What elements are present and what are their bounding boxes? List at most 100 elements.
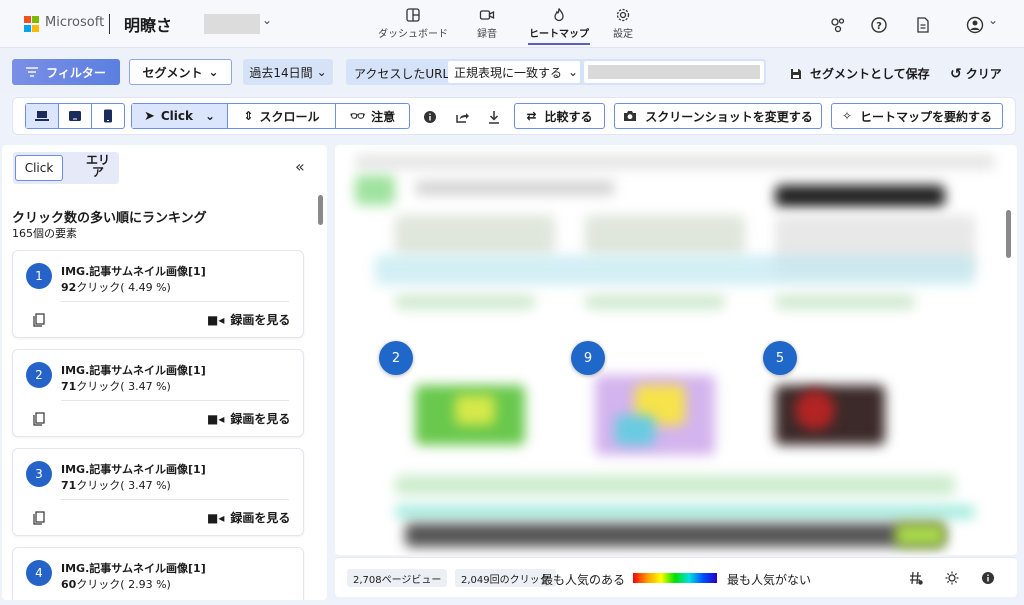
nav-dashboard[interactable]: ダッシュボード [378, 7, 448, 43]
watch-recording-button[interactable]: ■◂ 録画を見る [207, 410, 290, 427]
tab-area[interactable]: エリア [85, 154, 111, 178]
legend-least-popular: 最も人気がない [727, 573, 812, 587]
download-icon[interactable] [487, 110, 501, 124]
flame-icon [554, 8, 564, 22]
compare-label: 比較する [544, 109, 593, 124]
heatmap-marker[interactable]: 5 [763, 341, 797, 375]
heatmap-toolbar: ➤ Click ⌄ ⇕ スクロール 👓︎ 注意 ⇄ 比較する スクリーンショット… [12, 97, 1016, 135]
heatmap-footer: 2,708ページビュー 2,049回のクリック 最も人気のある 最も人気がない [335, 557, 1017, 597]
tab-click[interactable]: Click [15, 155, 63, 181]
share-icon[interactable] [455, 110, 469, 124]
tab-area-label: エリア [85, 153, 110, 179]
share-users-icon[interactable] [829, 16, 847, 34]
summarize-label: ヒートマップを要約する [860, 109, 993, 124]
chevron-down-icon: ⌄ [208, 65, 219, 79]
click-mode-button[interactable]: ➤ Click ⌄ [132, 104, 228, 128]
copy-icon[interactable] [33, 511, 45, 525]
undo-icon: ↺ [950, 65, 962, 82]
nav-heatmaps-label: ヒートマップ [529, 29, 589, 40]
account-icon[interactable] [966, 16, 984, 34]
video-icon: ■◂ [207, 411, 225, 426]
click-stat: 92クリック( 4.49 %) [61, 281, 171, 294]
ranking-card[interactable]: 3 IMG.記事サムネイル画像[1] 71クリック( 3.47 %) ■◂ 録画… [12, 448, 304, 536]
scroll-icon: ⇕ [243, 109, 254, 123]
chevron-down-icon: ⌄ [316, 65, 327, 79]
hashtag-settings-icon[interactable] [909, 571, 923, 585]
chevron-down-icon: ⌄ [568, 65, 579, 79]
watch-recording-button[interactable]: ■◂ 録画を見る [207, 311, 290, 328]
panel-scrollbar[interactable] [318, 195, 323, 225]
brightness-icon[interactable] [945, 571, 959, 585]
app-name: 明瞭さ [124, 16, 173, 35]
summarize-heatmap-button[interactable]: ✧ ヒートマップを要約する [831, 103, 1003, 129]
url-match-value: 正規表現に一致する [454, 65, 563, 80]
segment-label: セグメント [142, 65, 203, 80]
watch-recording-label: 録画を見る [230, 313, 291, 327]
element-title: IMG.記事サムネイル画像[1] [61, 364, 206, 377]
attention-mode-button[interactable]: 👓︎ 注意 [336, 104, 409, 128]
document-icon[interactable] [914, 16, 932, 34]
collapse-panel-icon[interactable]: « [295, 157, 305, 176]
heatmap-marker[interactable]: 2 [379, 341, 413, 375]
watch-recording-button[interactable]: ■◂ 録画を見る [207, 509, 290, 526]
copy-icon[interactable] [33, 313, 45, 327]
nav-recordings[interactable]: 録音 [474, 7, 500, 43]
project-selector[interactable] [204, 14, 260, 34]
compare-button[interactable]: ⇄ 比較する [514, 103, 605, 129]
video-icon: ■◂ [207, 312, 225, 327]
heatmap-type-selector: ➤ Click ⌄ ⇕ スクロール 👓︎ 注意 [131, 103, 410, 129]
rank-badge: 3 [26, 461, 52, 487]
clear-button[interactable]: ↺ クリア [950, 65, 1002, 82]
brand-divider [109, 14, 110, 34]
filter-button[interactable]: フィルター [12, 59, 120, 85]
ranking-card[interactable]: 4 IMG.記事サムネイル画像[1] 60クリック( 2.93 %) [12, 547, 304, 600]
url-input[interactable] [584, 61, 764, 83]
period-dropdown[interactable]: 過去14日間 ⌄ [243, 59, 333, 85]
brand-name: Microsoft [45, 15, 105, 30]
info-icon[interactable] [423, 110, 437, 124]
account-chevron-icon[interactable]: ⌄ [988, 13, 998, 27]
attention-mode-label: 注意 [371, 109, 396, 124]
card-divider [61, 499, 289, 500]
filter-icon [26, 67, 39, 77]
help-icon[interactable]: ? [870, 16, 888, 34]
mobile-icon [104, 109, 112, 123]
mobile-view-button[interactable] [92, 104, 124, 128]
save-segment-button[interactable]: セグメントとして保存 [790, 65, 930, 82]
scroll-mode-button[interactable]: ⇕ スクロール [228, 104, 336, 128]
nav-settings[interactable]: 設定 [612, 7, 634, 43]
nav-heatmaps[interactable]: ヒートマップ [528, 7, 590, 45]
url-match-dropdown[interactable]: 正規表現に一致する ⌄ [448, 61, 580, 83]
ranking-card[interactable]: 2 IMG.記事サムネイル画像[1] 71クリック( 3.47 %) ■◂ 録画… [12, 349, 304, 437]
element-title: IMG.記事サムネイル画像[1] [61, 562, 206, 575]
microsoft-logo-icon [24, 16, 40, 32]
heat-legend-gradient [633, 573, 717, 583]
rank-badge: 2 [26, 362, 52, 388]
info-icon[interactable] [981, 571, 995, 585]
heatmap-marker[interactable]: 9 [571, 341, 605, 375]
chevron-down-icon[interactable]: ⌄ [205, 109, 215, 123]
heatmap-canvas[interactable]: 2 9 5 [335, 145, 1017, 555]
legend-most-popular: 最も人気のある [541, 573, 626, 587]
filter-row: フィルター セグメント ⌄ 過去14日間 ⌄ アクセスしたURL 正規表現に一致… [0, 48, 1024, 94]
ranking-card[interactable]: 1 IMG.記事サムネイル画像[1] 92クリック( 4.49 %) ■◂ 録画… [12, 250, 304, 338]
desktop-view-button[interactable] [26, 104, 59, 128]
watch-recording-label: 録画を見る [230, 511, 291, 525]
change-screenshot-button[interactable]: スクリーンショットを変更する [614, 103, 822, 129]
copy-icon[interactable] [33, 412, 45, 426]
save-segment-label: セグメントとして保存 [810, 67, 930, 81]
heatmap-scrollbar[interactable] [1006, 210, 1011, 258]
tablet-view-button[interactable] [59, 104, 92, 128]
chevron-down-icon[interactable]: ⌄ [262, 13, 272, 27]
click-stat: 60クリック( 2.93 %) [61, 578, 171, 591]
url-filter: アクセスしたURL 正規表現に一致する ⌄ [346, 59, 766, 85]
top-bar: Microsoft 明瞭さ ⌄ ダッシュボード 録音 ヒートマップ 設定 ? ⌄ [0, 0, 1024, 48]
card-divider [61, 301, 289, 302]
dashboard-icon [406, 8, 420, 22]
camera-icon [624, 111, 637, 121]
compare-icon: ⇄ [526, 109, 537, 123]
change-screenshot-label: スクリーンショットを変更する [645, 109, 813, 124]
svg-text:?: ? [876, 21, 882, 32]
url-filter-label: アクセスしたURL [354, 67, 450, 81]
segment-dropdown[interactable]: セグメント ⌄ [129, 59, 232, 85]
